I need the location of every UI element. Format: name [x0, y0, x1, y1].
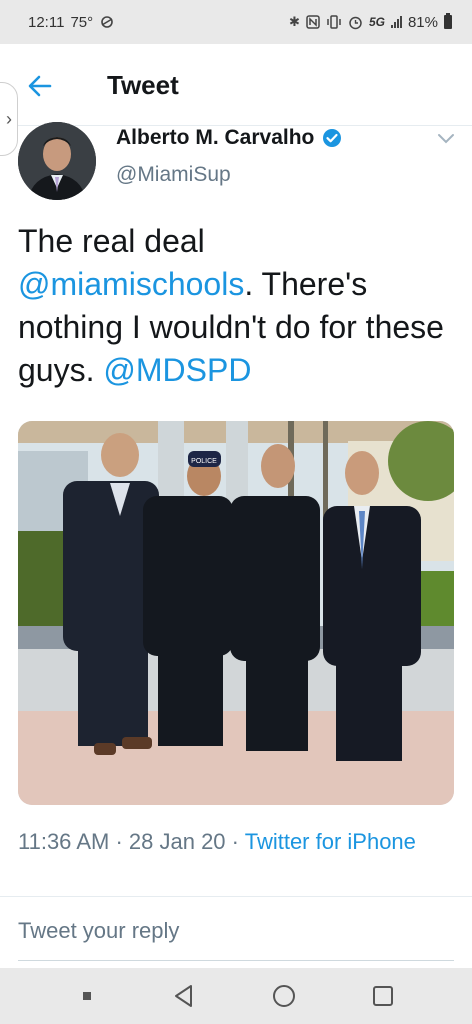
tweet-source-link[interactable]: Twitter for iPhone — [245, 829, 416, 854]
back-arrow-icon[interactable] — [26, 72, 54, 100]
temperature: 75° — [70, 13, 94, 31]
author-name: Alberto M. Carvalho — [116, 126, 315, 149]
back-triangle-icon[interactable] — [171, 983, 197, 1009]
status-left: 12:11 75° — [28, 14, 115, 31]
chevron-right-icon: › — [6, 108, 12, 129]
status-bar: 12:11 75° ✱ 5G 81% — [0, 0, 472, 44]
mention-link[interactable]: @miamischools — [18, 266, 244, 302]
network-label: 5G — [368, 15, 385, 29]
divider — [0, 896, 472, 897]
author-name-row[interactable]: Alberto M. Carvalho — [116, 126, 342, 150]
chevron-down-icon[interactable] — [436, 132, 456, 146]
verified-badge-icon — [323, 129, 342, 147]
weather-icon — [101, 16, 113, 28]
alarm-icon — [349, 16, 362, 29]
reply-underline — [18, 960, 454, 961]
status-right: ✱ 5G 81% — [289, 13, 452, 31]
tweet-text-part: The real deal — [18, 223, 205, 259]
bluetooth-icon: ✱ — [289, 14, 300, 29]
battery-icon — [444, 13, 452, 29]
avatar[interactable] — [18, 122, 96, 200]
reply-input[interactable]: Tweet your reply — [18, 918, 179, 944]
avatar-image — [18, 122, 96, 200]
cap-label: POLICE — [191, 458, 217, 465]
photo-image: POLICE — [18, 421, 454, 805]
edge-panel-handle[interactable]: › — [0, 82, 18, 156]
meta-separator: · — [115, 829, 129, 854]
battery-percent: 81% — [407, 13, 438, 31]
tweet-meta: 11:36 AM · 28 Jan 20 · Twitter for iPhon… — [18, 826, 458, 858]
vibrate-icon — [327, 15, 341, 29]
app-header: Tweet — [0, 44, 472, 126]
author-handle[interactable]: @MiamiSup — [116, 163, 231, 187]
clock: 12:11 — [28, 13, 65, 31]
recents-square-icon[interactable] — [371, 984, 395, 1008]
page-title: Tweet — [107, 70, 179, 100]
menu-dot-icon[interactable] — [77, 986, 97, 1006]
system-nav-bar — [0, 968, 472, 1024]
mention-link[interactable]: @MDSPD — [103, 352, 251, 388]
nfc-icon — [306, 15, 320, 29]
home-circle-icon[interactable] — [271, 983, 297, 1009]
tweet-photo[interactable]: POLICE — [18, 421, 454, 805]
tweet-text: The real deal @miamischools. There's noth… — [18, 220, 458, 392]
tweet-time: 11:36 AM — [18, 829, 110, 854]
meta-separator: · — [231, 829, 245, 854]
tweet-date: 28 Jan 20 — [128, 829, 226, 854]
signal-icon — [390, 16, 402, 28]
